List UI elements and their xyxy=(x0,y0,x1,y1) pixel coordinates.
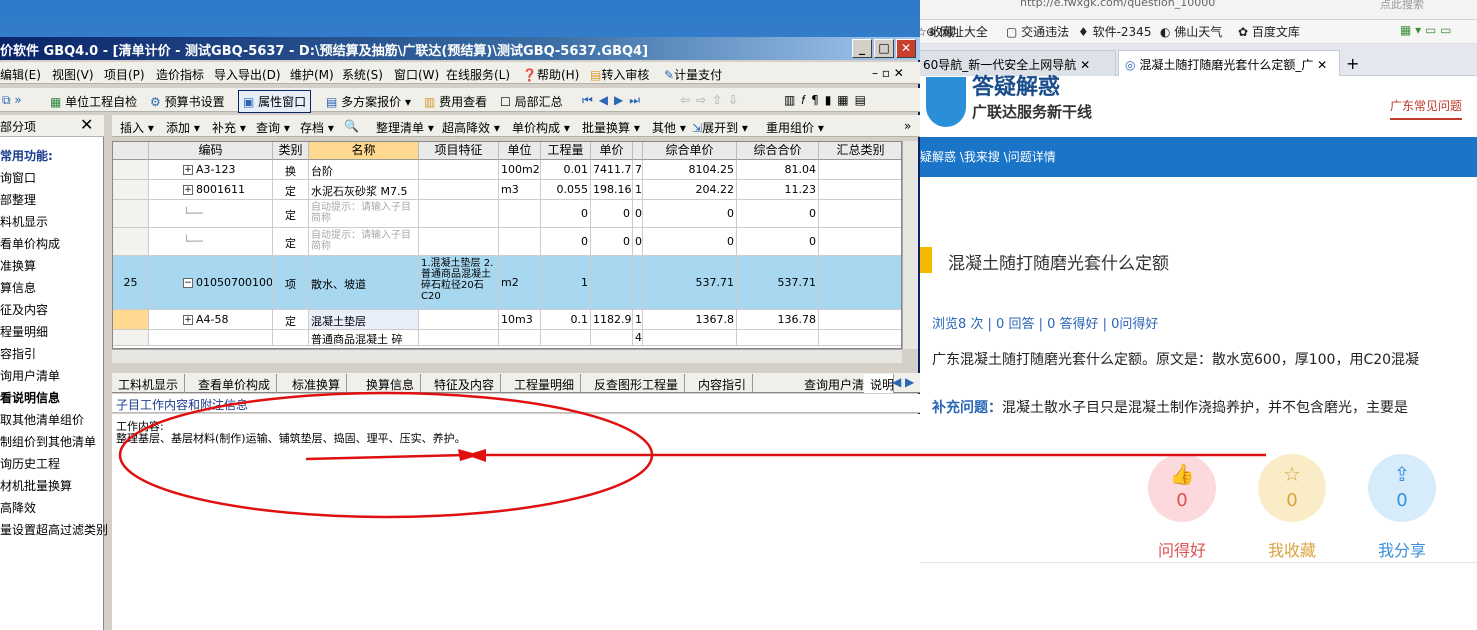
annotation-arrow-right xyxy=(466,449,486,462)
annotation-line-left xyxy=(305,453,466,461)
red-annotation xyxy=(118,391,1266,519)
